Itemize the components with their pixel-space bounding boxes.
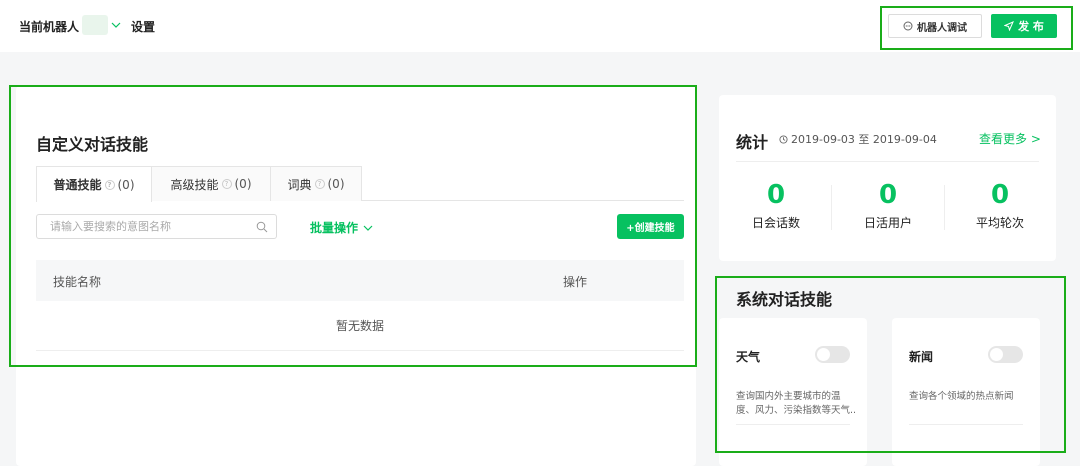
robot-debug-button[interactable]: 机器人调试 xyxy=(888,14,982,38)
stats-card xyxy=(719,95,1056,261)
divider xyxy=(909,424,1023,425)
empty-state: 暂无数据 xyxy=(36,301,684,351)
help-icon[interactable]: ? xyxy=(221,179,232,189)
stat-daily-sessions-label: 日会话数 xyxy=(751,216,800,230)
toggle-knob xyxy=(990,348,1003,361)
stat-average-turns: 0 平均轮次 xyxy=(950,180,1050,231)
skill-name: 天气 xyxy=(736,350,761,364)
robot-name-selector[interactable] xyxy=(82,15,108,35)
tab-dictionary[interactable]: 词典 ? (0) xyxy=(270,166,362,201)
tab-advanced-skills[interactable]: 高级技能 ? (0) xyxy=(151,166,271,201)
tab-normal-skills-label: 普通技能 xyxy=(53,178,102,192)
divider xyxy=(831,185,832,230)
skill-description: 查询各个领域的热点新闻 xyxy=(909,391,1014,402)
stat-daily-sessions-value: 0 xyxy=(766,180,786,210)
batch-operations-dropdown[interactable]: 批量操作 xyxy=(310,219,373,236)
stat-daily-sessions: 0 日会话数 xyxy=(726,180,826,231)
publish-label: 发 布 xyxy=(1018,20,1044,33)
system-skills-title: 系统对话技能 xyxy=(736,290,833,309)
tab-advanced-skills-label: 高级技能 xyxy=(170,177,219,192)
chevron-down-icon[interactable] xyxy=(110,18,122,32)
search-icon[interactable] xyxy=(256,221,268,233)
skill-description: 查询国内外主要城市的温度、风力、污染指数等天气.. xyxy=(736,391,857,416)
tab-normal-skills[interactable]: 普通技能 ? (0) xyxy=(36,166,152,202)
skill-toggle[interactable] xyxy=(988,346,1023,363)
stat-average-turns-label: 平均轮次 xyxy=(975,216,1024,230)
clock-icon xyxy=(779,134,788,144)
create-skill-button[interactable]: +创建技能 xyxy=(617,214,684,239)
tab-dictionary-count: (0) xyxy=(327,177,345,191)
stats-date-text: 2019-09-03 至 2019-09-04 xyxy=(791,133,937,146)
stat-daily-active-users: 0 日活用户 xyxy=(838,180,938,231)
tab-normal-skills-count: (0) xyxy=(117,177,135,192)
stats-title: 统计 xyxy=(736,133,769,152)
publish-button[interactable]: 发 布 xyxy=(991,14,1057,38)
column-skill-name: 技能名称 xyxy=(53,275,102,289)
settings-link[interactable]: 设置 xyxy=(131,18,155,35)
stats-date-range: 2019-09-03 至 2019-09-04 xyxy=(779,131,937,147)
current-robot-label: 当前机器人 xyxy=(19,20,80,34)
system-skill-card-news[interactable]: 新闻 查询各个领域的热点新闻 xyxy=(892,318,1040,466)
intent-search-input[interactable] xyxy=(50,220,250,233)
divider xyxy=(736,161,1039,162)
divider xyxy=(736,424,850,425)
skill-tabs: 普通技能 ? (0) 高级技能 ? (0) 词典 ? (0) xyxy=(36,166,684,202)
top-bar: 当前机器人 设置 机器人调试 发 布 xyxy=(0,0,1080,52)
chat-bubble-icon xyxy=(903,21,913,31)
tab-advanced-skills-count: (0) xyxy=(234,177,252,191)
skills-table-header: 技能名称 操作 xyxy=(36,260,684,301)
robot-debug-label: 机器人调试 xyxy=(917,22,967,34)
custom-skills-title: 自定义对话技能 xyxy=(36,135,149,154)
skill-name: 新闻 xyxy=(909,350,934,364)
help-icon[interactable]: ? xyxy=(314,179,325,189)
batch-operations-label: 批量操作 xyxy=(310,221,359,235)
view-more-link[interactable]: 查看更多 > xyxy=(979,130,1041,147)
help-icon[interactable]: ? xyxy=(104,179,115,190)
intent-search-box xyxy=(36,214,277,239)
skill-toggle[interactable] xyxy=(815,346,850,363)
column-actions: 操作 xyxy=(563,275,588,289)
chevron-down-icon xyxy=(363,225,373,231)
divider xyxy=(944,185,945,230)
stat-average-turns-value: 0 xyxy=(990,180,1010,210)
system-skill-card-weather[interactable]: 天气 查询国内外主要城市的温度、风力、污染指数等天气.. xyxy=(719,318,867,466)
stat-daily-active-users-value: 0 xyxy=(878,180,898,210)
toggle-knob xyxy=(817,348,830,361)
send-icon xyxy=(1004,21,1015,31)
stat-daily-active-users-label: 日活用户 xyxy=(863,216,912,230)
tab-dictionary-label: 词典 xyxy=(287,177,312,192)
